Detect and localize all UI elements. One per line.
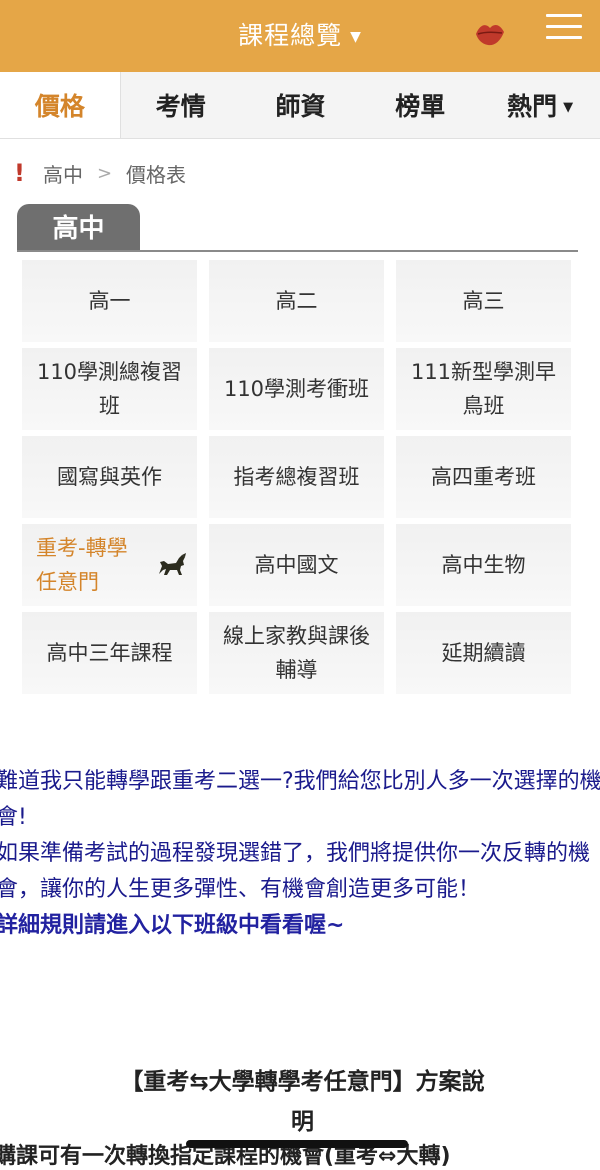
course-cell[interactable]: 高二 — [209, 260, 384, 342]
home-indicator — [186, 1140, 408, 1148]
course-cell[interactable]: 110學測總複習班 — [22, 348, 197, 430]
course-label: 高三 — [462, 289, 505, 313]
tab-label: 熱門 — [507, 92, 558, 121]
horse-icon — [159, 553, 186, 575]
tab-exam-info[interactable]: 考情 — [121, 72, 241, 138]
notice-line: 難道我只能轉學跟重考二選一?我們給您比別人多一次選擇的機會! — [0, 769, 600, 830]
chevron-down-icon: ▼ — [563, 100, 574, 115]
course-label: 國寫與英作 — [57, 465, 162, 489]
course-cell[interactable]: 線上家教與課後輔導 — [209, 612, 384, 694]
course-cell[interactable]: 國寫與英作 — [22, 436, 197, 518]
lips-icon[interactable] — [474, 20, 506, 48]
chevron-down-icon: ▼ — [350, 29, 362, 45]
app-header: 課程總覽 ▼ — [0, 0, 600, 72]
course-cell[interactable]: 延期續讀 — [396, 612, 571, 694]
course-cell[interactable]: 高中三年課程 — [22, 612, 197, 694]
header-title: 課程總覽 — [238, 21, 343, 50]
course-cell[interactable]: 高四重考班 — [396, 436, 571, 518]
course-label: 高中三年課程 — [46, 641, 173, 665]
tab-label: 師資 — [275, 92, 326, 121]
plan-title-line: 【重考⇆大學轉學考任意門】方案說 — [120, 1069, 485, 1095]
course-cell[interactable]: 110學測考衝班 — [209, 348, 384, 430]
course-label: 111新型學測早鳥班 — [410, 360, 557, 418]
course-label: 高二 — [275, 289, 318, 313]
section-tab: 高中 — [17, 204, 140, 250]
course-cell-highlight[interactable]: 重考-轉學任意門 — [22, 524, 197, 606]
tab-bar: 價格 考情 師資 榜單 熱門 ▼ — [0, 72, 600, 139]
section-divider — [17, 250, 578, 252]
course-label: 高中國文 — [254, 553, 339, 577]
course-cell[interactable]: 高三 — [396, 260, 571, 342]
promo-notice: 難道我只能轉學跟重考二選一?我們給您比別人多一次選擇的機會! 如果準備考試的過程… — [0, 764, 600, 944]
notice-line: 如果準備考試的過程發現選錯了，我們將提供你一次反轉的機會，讓你的人生更多彈性、有… — [0, 841, 591, 902]
course-label: 110學測考衝班 — [223, 377, 370, 401]
course-grid: 高一 高二 高三 110學測總複習班 110學測考衝班 111新型學測早鳥班 國… — [22, 260, 572, 694]
plan-title-line: 明 — [291, 1109, 314, 1135]
course-cell[interactable]: 指考總複習班 — [209, 436, 384, 518]
breadcrumb-separator: > — [96, 162, 113, 184]
header-title-dropdown[interactable]: 課程總覽 ▼ — [0, 16, 600, 52]
course-label: 110學測總複習班 — [36, 360, 183, 418]
course-cell[interactable]: 111新型學測早鳥班 — [396, 348, 571, 430]
notice-line-bold: 詳細規則請進入以下班級中看看喔~ — [0, 913, 345, 938]
tab-rankings[interactable]: 榜單 — [360, 72, 480, 138]
course-cell[interactable]: 高中國文 — [209, 524, 384, 606]
course-label: 重考-轉學任意門 — [36, 536, 128, 594]
tab-price[interactable]: 價格 — [0, 72, 121, 138]
alert-icon: ! — [14, 159, 25, 187]
course-label: 高一 — [88, 289, 131, 313]
course-label: 線上家教與課後輔導 — [223, 624, 370, 682]
course-label: 延期續讀 — [441, 641, 526, 665]
hamburger-menu-icon[interactable] — [546, 14, 582, 40]
course-cell[interactable]: 高一 — [22, 260, 197, 342]
tab-label: 榜單 — [395, 92, 446, 121]
course-label: 高四重考班 — [431, 465, 536, 489]
breadcrumb-level2: 價格表 — [126, 162, 187, 187]
breadcrumb: ! 高中 > 價格表 — [14, 158, 186, 188]
course-cell[interactable]: 高中生物 — [396, 524, 571, 606]
tab-label: 價格 — [34, 92, 85, 121]
breadcrumb-level1[interactable]: 高中 — [43, 159, 83, 188]
course-label: 指考總複習班 — [233, 465, 360, 489]
course-label: 高中生物 — [441, 553, 526, 577]
plan-title: 【重考⇆大學轉學考任意門】方案說 明 — [0, 1062, 600, 1142]
tab-teachers[interactable]: 師資 — [241, 72, 361, 138]
tab-label: 考情 — [155, 92, 206, 121]
tab-popular[interactable]: 熱門 ▼ — [480, 72, 600, 138]
